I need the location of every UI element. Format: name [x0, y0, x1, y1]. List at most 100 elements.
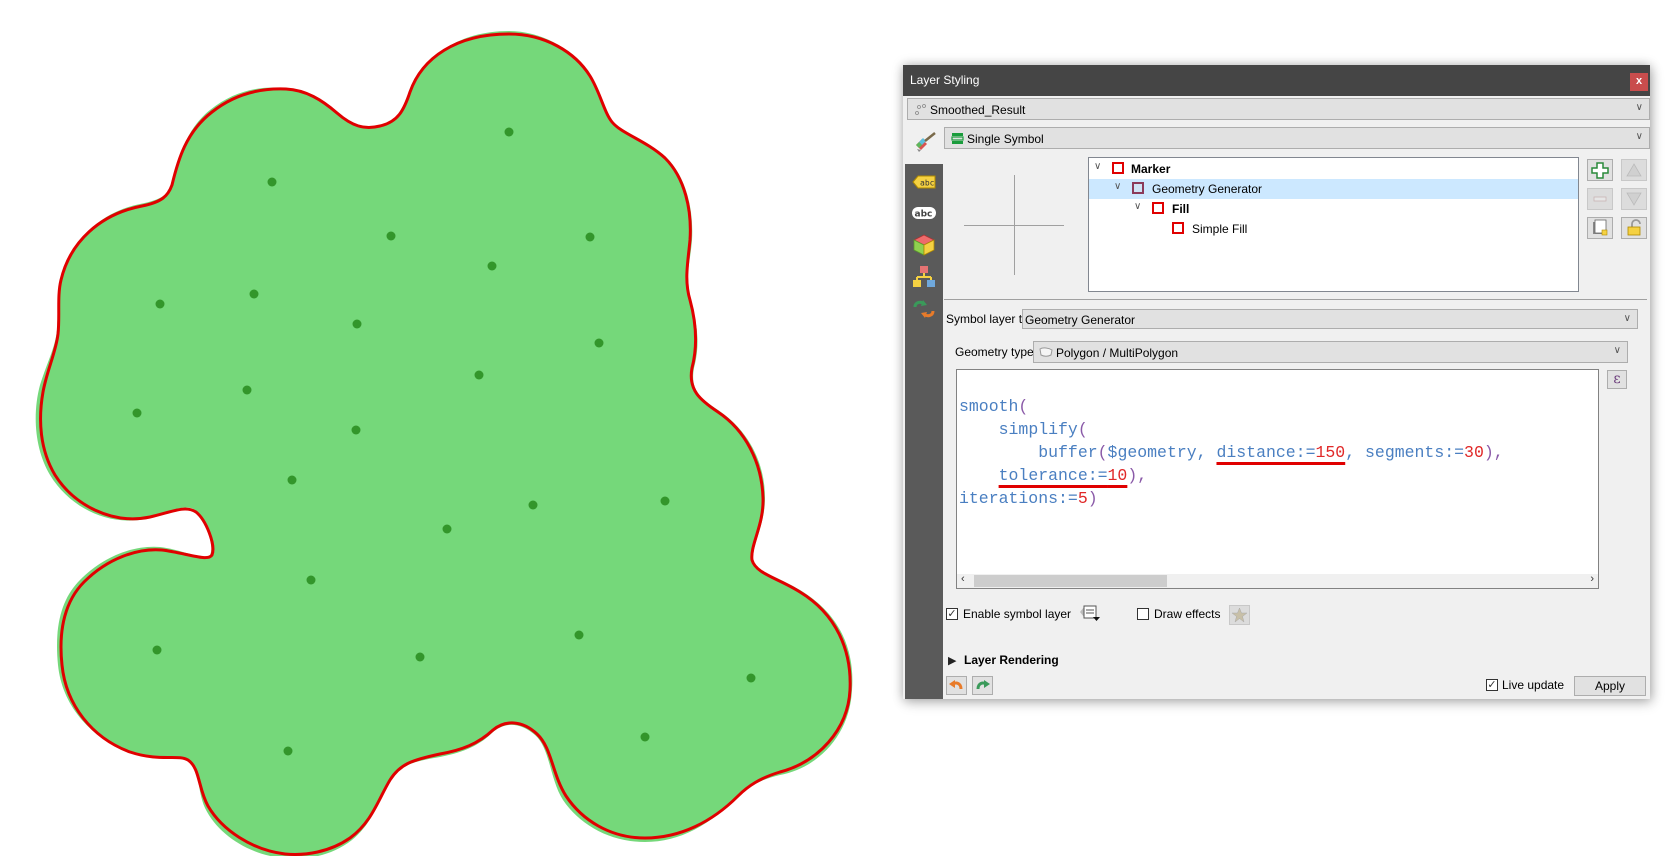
layer-select[interactable]: Smoothed_Result ∨	[907, 98, 1650, 120]
close-button[interactable]: x	[1630, 73, 1648, 91]
chevron-down-icon[interactable]: ∨	[1134, 201, 1141, 212]
geometry-type-select[interactable]: Polygon / MultiPolygon ∨	[1033, 341, 1628, 363]
code-token: ),	[1483, 443, 1504, 462]
enable-symbol-layer-label: Enable symbol layer	[963, 607, 1072, 621]
scroll-right-icon[interactable]: ›	[1590, 573, 1594, 585]
tree-item-fill[interactable]: ∨ Fill	[1089, 199, 1578, 219]
tree-item-simple-fill[interactable]: Simple Fill	[1089, 219, 1578, 239]
draw-effects-checkbox[interactable]	[1137, 608, 1149, 620]
point-feature	[487, 261, 497, 271]
code-number: 30	[1464, 443, 1484, 462]
redo-icon	[976, 680, 990, 690]
title-bar[interactable]: Layer Styling x	[903, 65, 1650, 96]
redo-button[interactable]	[972, 676, 993, 695]
enable-symbol-layer-checkbox[interactable]: ✓	[946, 608, 958, 620]
symbol-layer-type-value: Geometry Generator	[1025, 313, 1136, 327]
tolerance-param-highlight: tolerance:=10	[999, 466, 1128, 485]
label-abc-outline-icon: abc	[912, 207, 936, 220]
chevron-down-icon: ∨	[1623, 313, 1631, 324]
effects-settings-button[interactable]	[1229, 605, 1250, 625]
point-feature	[242, 385, 252, 395]
chevron-down-icon: ∨	[1635, 131, 1643, 142]
code-token: $geometry,	[1107, 443, 1217, 462]
point-feature	[504, 127, 514, 137]
diagrams-tab[interactable]	[911, 265, 937, 289]
tree-item-label: Geometry Generator	[1152, 182, 1263, 196]
move-down-button[interactable]	[1621, 188, 1647, 210]
scroll-left-icon[interactable]: ‹	[961, 573, 965, 585]
data-defined-override-icon[interactable]	[1079, 604, 1101, 622]
triangle-down-icon	[1626, 192, 1642, 206]
undo-redo-icon	[913, 300, 935, 318]
chevron-down-icon: ∨	[1613, 345, 1621, 356]
3d-cube-icon	[913, 234, 935, 256]
remove-symbol-layer-button[interactable]	[1587, 188, 1613, 210]
lock-layer-button[interactable]	[1621, 217, 1647, 239]
layer-rendering-section[interactable]: Layer Rendering	[964, 653, 1059, 667]
tree-item-label: Simple Fill	[1192, 222, 1248, 236]
distance-param-highlight: distance:=150	[1216, 443, 1345, 462]
code-token: distance:=	[1216, 443, 1316, 462]
scrollbar-thumb[interactable]	[974, 575, 1167, 587]
point-layer-icon	[915, 104, 926, 115]
history-tab[interactable]	[911, 297, 937, 321]
point-feature	[352, 319, 362, 329]
code-token: simplify	[998, 420, 1078, 439]
code-number: 10	[1107, 466, 1128, 485]
minus-icon	[1593, 196, 1607, 202]
symbol-layer-type-select[interactable]: Geometry Generator ∨	[1022, 309, 1638, 329]
plus-icon	[1591, 162, 1609, 179]
renderer-select-value: Single Symbol	[967, 132, 1044, 146]
live-update-label: Live update	[1502, 678, 1565, 692]
fill-swatch-icon	[1152, 202, 1164, 214]
chevron-down-icon[interactable]: ∨	[1114, 181, 1121, 192]
point-feature	[574, 630, 584, 640]
point-feature	[155, 299, 165, 309]
point-feature	[386, 231, 396, 241]
add-symbol-layer-button[interactable]	[1587, 159, 1613, 181]
layer-select-value: Smoothed_Result	[930, 103, 1026, 117]
buffer-polygon-fill	[35, 31, 853, 856]
tree-item-label: Marker	[1131, 162, 1171, 176]
code-token: tolerance:=	[998, 466, 1108, 485]
tree-item-label: Fill	[1172, 202, 1190, 216]
point-feature	[474, 370, 484, 380]
tree-item-marker[interactable]: ∨ Marker	[1089, 159, 1578, 179]
diagram-icon	[913, 266, 935, 287]
label-abc-yellow-icon: abc	[912, 175, 936, 189]
simple-fill-swatch-icon	[1172, 222, 1184, 234]
masks-tab[interactable]: abc	[911, 201, 937, 225]
undo-button[interactable]	[946, 676, 967, 695]
chevron-down-icon[interactable]: ∨	[1094, 161, 1101, 172]
horizontal-scrollbar[interactable]: ‹ ›	[957, 573, 1598, 588]
code-number: 5	[1077, 489, 1088, 508]
dialog-title: Layer Styling	[910, 73, 980, 87]
symbol-preview	[964, 175, 1064, 275]
code-token: ),	[1127, 466, 1148, 485]
point-feature	[132, 408, 142, 418]
point-feature	[249, 289, 259, 299]
live-update-checkbox[interactable]: ✓	[1486, 679, 1498, 691]
map-canvas[interactable]	[0, 0, 900, 856]
point-feature	[660, 496, 670, 506]
geometry-type-value: Polygon / MultiPolygon	[1056, 346, 1179, 360]
point-feature	[351, 425, 361, 435]
point-feature	[306, 575, 316, 585]
expression-builder-button[interactable]: ε	[1607, 370, 1627, 389]
labels-tab[interactable]: abc	[911, 170, 937, 194]
expand-triangle-icon[interactable]: ▶	[948, 654, 956, 667]
style-sidebar: abc abc	[905, 164, 943, 699]
point-feature	[585, 232, 595, 242]
single-symbol-icon	[951, 133, 964, 144]
point-feature	[746, 673, 756, 683]
tree-item-geometry-generator[interactable]: ∨ Geometry Generator	[1089, 179, 1578, 199]
duplicate-symbol-layer-button[interactable]	[1587, 217, 1613, 239]
3d-view-tab[interactable]	[911, 233, 937, 257]
point-feature	[152, 645, 162, 655]
paintbrush-icon[interactable]	[913, 131, 939, 155]
expression-editor[interactable]: smooth( simplify( buffer($geometry, dist…	[956, 369, 1599, 589]
renderer-select[interactable]: Single Symbol ∨	[944, 127, 1650, 149]
move-up-button[interactable]	[1621, 159, 1647, 181]
apply-button[interactable]: Apply	[1574, 676, 1646, 696]
code-token: , segments:=	[1345, 443, 1465, 462]
